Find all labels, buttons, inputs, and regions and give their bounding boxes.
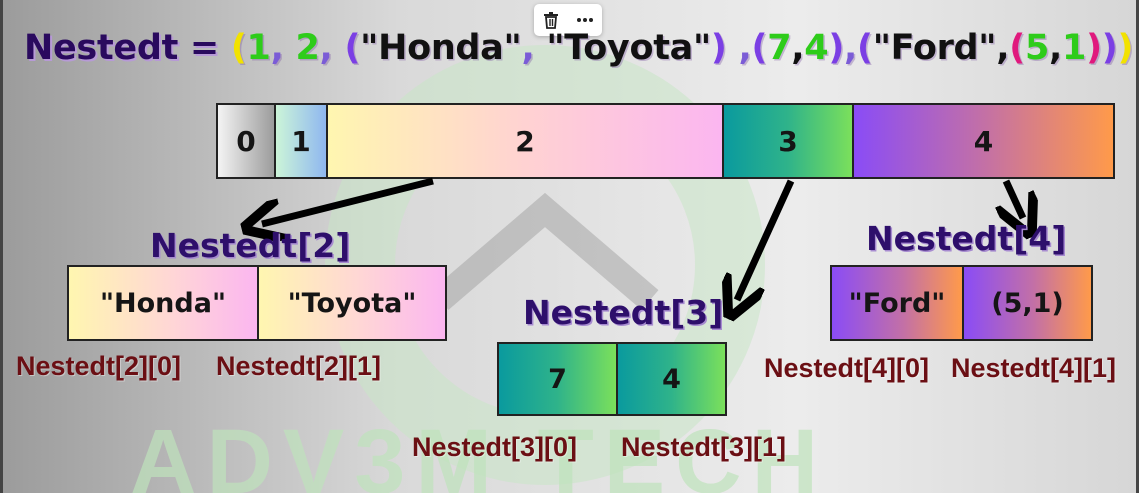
title-token: "Honda"	[360, 28, 522, 68]
nested3-index-1: Nestedt[3][1]	[621, 432, 787, 462]
nested3-cell-0: 7	[497, 342, 618, 416]
title-token: "Ford"	[872, 28, 997, 68]
nested3-index-0: Nestedt[3][0]	[412, 432, 578, 462]
nested4-label: Nestedt[4]	[866, 219, 1067, 258]
nested2-cell-1: "Toyota"	[257, 265, 447, 341]
title-token: 2	[295, 28, 320, 68]
nested3-cell-1: 4	[616, 342, 727, 416]
title-token: (	[751, 28, 768, 68]
title-token: )	[1117, 28, 1134, 68]
title-token: ,	[1049, 28, 1063, 68]
main-cell-4: 4	[852, 103, 1115, 179]
title-equals: =	[178, 28, 231, 68]
title-token: 1	[246, 28, 271, 68]
title-token: ,	[791, 28, 805, 68]
main-cell-1: 1	[274, 103, 328, 179]
nested2-index-1: Nestedt[2][1]	[216, 351, 382, 381]
nested2-label: Nestedt[2]	[150, 226, 351, 265]
nested4-index-1: Nestedt[4][1]	[951, 353, 1117, 383]
title-token: ,	[844, 28, 858, 68]
nested2-cell-0: "Honda"	[67, 265, 259, 341]
title-token: ,	[319, 28, 345, 68]
title-token: (	[230, 28, 247, 68]
main-cell-0: 0	[216, 103, 276, 179]
title-token: (	[857, 28, 873, 68]
tuple-definition-title: Nestedt = (1, 2, ("Honda", "Toyota") ,(7…	[24, 28, 1133, 68]
title-token: )	[828, 28, 845, 68]
title-tuple-literal: (1, 2, ("Honda", "Toyota") ,(7,4),("Ford…	[230, 28, 1134, 68]
title-token: 4	[804, 28, 829, 68]
title-token: ,	[996, 28, 1010, 68]
title-token: (	[344, 28, 361, 68]
title-token: )	[1086, 28, 1102, 68]
title-token: )	[710, 28, 739, 68]
title-token: ,	[270, 28, 296, 68]
main-cell-3: 3	[722, 103, 854, 179]
nested4-cell-1: (5,1)	[962, 265, 1093, 341]
nested2-index-0: Nestedt[2][0]	[16, 351, 182, 381]
title-token: ,	[738, 28, 752, 68]
nested4-index-0: Nestedt[4][0]	[764, 353, 930, 383]
title-token: )	[1101, 28, 1118, 68]
main-cell-2: 2	[326, 103, 724, 179]
nested4-cell-0: "Ford"	[830, 265, 964, 341]
title-token: 5	[1024, 28, 1050, 68]
title-variable-name: Nestedt	[24, 28, 179, 68]
nested3-label: Nestedt[3]	[523, 293, 724, 332]
title-token: ,	[521, 28, 547, 68]
title-token: 7	[767, 28, 792, 68]
title-token: "Toyota"	[546, 28, 711, 68]
title-token: (	[1009, 28, 1025, 68]
title-token: 1	[1062, 28, 1087, 68]
